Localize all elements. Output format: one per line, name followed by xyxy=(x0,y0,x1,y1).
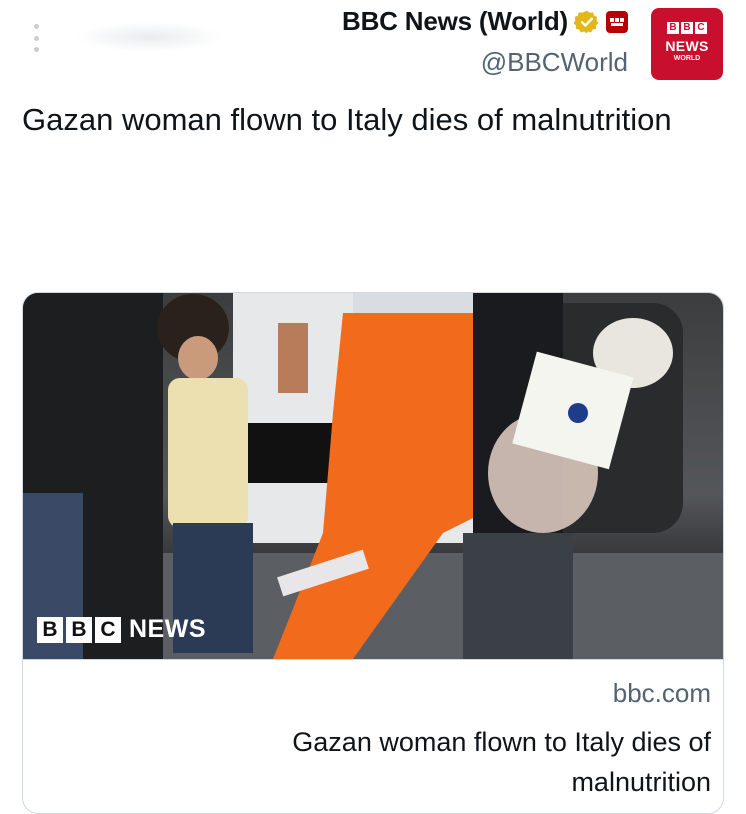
card-image[interactable]: B B C NEWS xyxy=(23,293,723,659)
avatar[interactable]: B B C NEWS WORLD xyxy=(651,8,723,80)
avatar-logo-blocks: B B C xyxy=(651,22,723,34)
card-footer[interactable]: bbc.com Gazan woman flown to Italy dies … xyxy=(23,659,723,813)
blurred-header-area xyxy=(75,22,225,52)
account-info[interactable]: BBC News (World) @BBCWorld xyxy=(342,6,628,78)
tweet-text: Gazan woman flown to Italy dies of malnu… xyxy=(22,102,672,137)
link-card[interactable]: B B C NEWS bbc.com Gazan woman flown to … xyxy=(22,292,724,814)
verified-badge-icon xyxy=(574,10,599,33)
bbc-news-watermark: B B C NEWS xyxy=(37,615,206,644)
account-handle[interactable]: @BBCWorld xyxy=(342,47,628,78)
avatar-logo-sub: WORLD xyxy=(673,55,701,62)
account-name[interactable]: BBC News (World) xyxy=(342,6,568,37)
avatar-logo-word: NEWS xyxy=(665,38,709,54)
card-domain: bbc.com xyxy=(612,678,711,708)
affiliate-badge-icon xyxy=(606,10,628,33)
more-options-icon[interactable] xyxy=(30,24,42,52)
card-title: Gazan woman flown to Italy dies of malnu… xyxy=(292,727,711,797)
card-photo xyxy=(23,293,723,659)
account-name-row: BBC News (World) xyxy=(342,6,628,37)
